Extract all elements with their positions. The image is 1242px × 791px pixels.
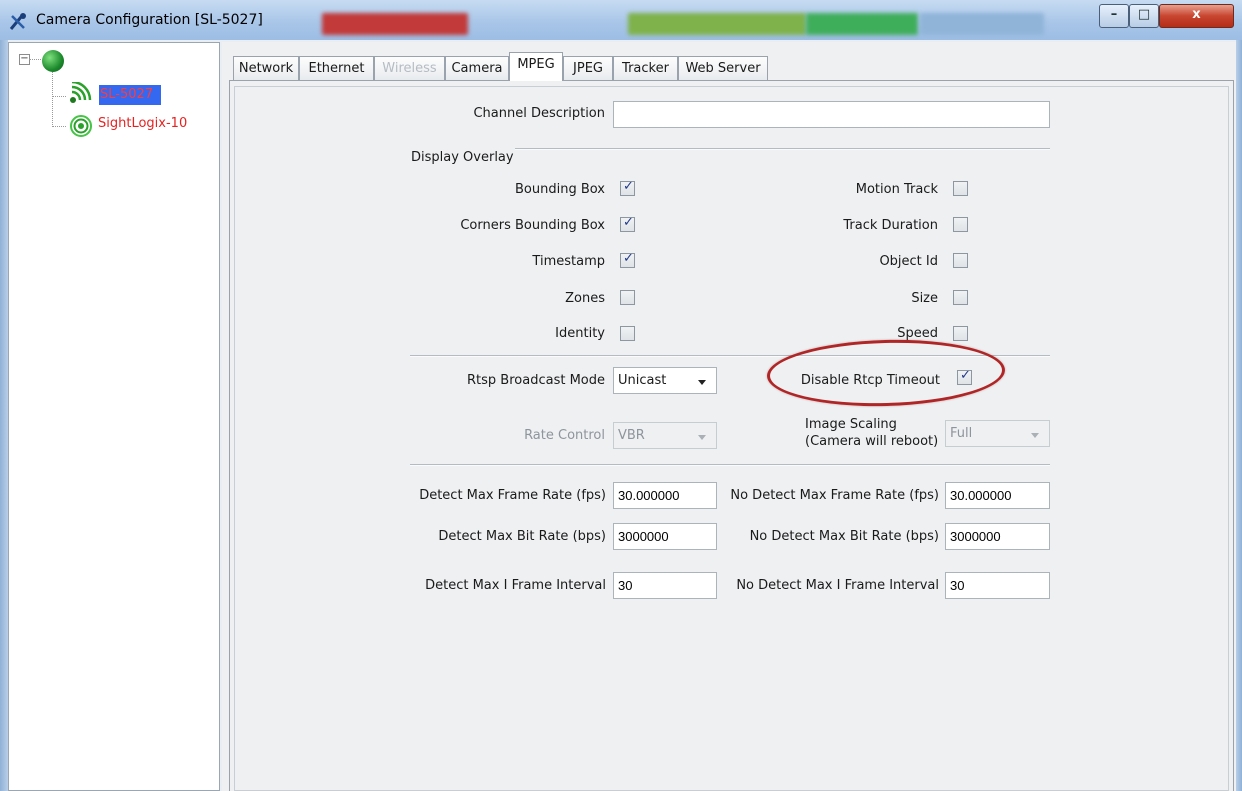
no-detect-max-bit-rate-input[interactable]	[945, 523, 1050, 550]
detect-max-i-frame-interval-label: Detect Max I Frame Interval	[425, 578, 606, 593]
detect-max-bit-rate-label: Detect Max Bit Rate (bps)	[438, 529, 606, 544]
detect-max-frame-rate-label: Detect Max Frame Rate (fps)	[419, 488, 606, 503]
rate-control-value: VBR	[618, 428, 645, 443]
blurred-taskbar-item	[920, 13, 1044, 35]
window-frame-left	[0, 40, 8, 791]
chevron-down-icon	[698, 435, 706, 440]
section-divider	[410, 464, 1050, 466]
timestamp-checkbox[interactable]: ✓	[620, 251, 635, 268]
detect-max-frame-rate-input[interactable]	[613, 482, 717, 509]
object-id-label: Object Id	[879, 254, 938, 269]
tree-connector	[52, 96, 66, 97]
object-id-checkbox[interactable]: ✓	[953, 253, 968, 268]
camera-signal-icon	[70, 82, 92, 103]
size-label: Size	[911, 291, 938, 306]
image-scaling-value: Full	[950, 426, 973, 441]
rtsp-broadcast-mode-select[interactable]: Unicast	[613, 367, 717, 394]
channel-description-input[interactable]	[613, 101, 1050, 128]
tab-web-server[interactable]: Web Server	[678, 56, 768, 80]
speed-label: Speed	[897, 326, 938, 341]
identity-checkbox[interactable]: ✓	[620, 326, 635, 341]
bounding-box-checkbox[interactable]: ✓	[620, 179, 635, 196]
corners-bounding-box-checkbox[interactable]: ✓	[620, 215, 635, 232]
tools-icon	[9, 13, 26, 30]
timestamp-label: Timestamp	[532, 254, 605, 269]
corners-bounding-box-label: Corners Bounding Box	[460, 218, 605, 233]
minimize-button[interactable]: –	[1099, 4, 1129, 28]
motion-track-label: Motion Track	[855, 182, 938, 197]
image-scaling-label: Image Scaling	[805, 417, 897, 432]
channel-description-label: Channel Description	[473, 106, 605, 121]
blurred-taskbar-item	[806, 13, 918, 35]
motion-track-checkbox[interactable]: ✓	[953, 181, 968, 196]
speed-checkbox[interactable]: ✓	[953, 326, 968, 341]
rate-control-label: Rate Control	[524, 428, 605, 443]
identity-label: Identity	[555, 326, 605, 341]
blurred-taskbar-item	[628, 13, 806, 35]
close-button[interactable]: x	[1159, 4, 1234, 28]
tree-item-sl-5027[interactable]: SL-5027	[99, 85, 161, 105]
window-title: Camera Configuration [SL-5027]	[36, 12, 263, 28]
no-detect-max-frame-rate-label: No Detect Max Frame Rate (fps)	[730, 488, 939, 503]
size-checkbox[interactable]: ✓	[953, 290, 968, 305]
tab-network[interactable]: Network	[233, 56, 299, 80]
track-duration-label: Track Duration	[843, 218, 938, 233]
globe-icon	[42, 50, 64, 72]
tree-connector	[52, 126, 66, 127]
zones-checkbox[interactable]: ✓	[620, 290, 635, 305]
rtsp-broadcast-mode-label: Rtsp Broadcast Mode	[467, 373, 605, 388]
tab-camera[interactable]: Camera	[445, 56, 509, 80]
bounding-box-label: Bounding Box	[514, 182, 605, 197]
track-duration-checkbox[interactable]: ✓	[953, 217, 968, 232]
zones-label: Zones	[565, 291, 605, 306]
image-scaling-select: Full	[945, 420, 1050, 447]
camera-broadcast-icon	[70, 115, 92, 137]
no-detect-max-i-frame-interval-label: No Detect Max I Frame Interval	[736, 578, 939, 593]
tab-tracker[interactable]: Tracker	[613, 56, 678, 80]
tree-connector	[52, 72, 53, 127]
no-detect-max-i-frame-interval-input[interactable]	[945, 572, 1050, 599]
image-scaling-note: (Camera will reboot)	[805, 434, 939, 449]
mpeg-settings-group	[234, 86, 1229, 791]
tab-jpeg[interactable]: JPEG	[563, 56, 613, 80]
blurred-taskbar-item	[322, 13, 468, 35]
tree-item-sightlogix-10[interactable]: SightLogix-10	[98, 116, 187, 131]
window-frame-right	[1236, 40, 1242, 791]
rtsp-broadcast-mode-value: Unicast	[618, 373, 667, 388]
chevron-down-icon	[1031, 433, 1039, 438]
no-detect-max-bit-rate-label: No Detect Max Bit Rate (bps)	[749, 529, 939, 544]
tab-mpeg[interactable]: MPEG	[509, 52, 563, 81]
tab-ethernet[interactable]: Ethernet	[299, 56, 374, 80]
rate-control-select: VBR	[613, 422, 717, 449]
no-detect-max-frame-rate-input[interactable]	[945, 482, 1050, 509]
detect-max-i-frame-interval-input[interactable]	[613, 572, 717, 599]
maximize-button[interactable]: □	[1129, 4, 1159, 28]
section-divider	[515, 148, 1050, 150]
device-tree-panel	[8, 42, 220, 791]
display-overlay-heading: Display Overlay	[411, 150, 514, 165]
tab-wireless: Wireless	[374, 56, 445, 80]
chevron-down-icon	[698, 380, 706, 385]
detect-max-bit-rate-input[interactable]	[613, 523, 717, 550]
tree-connector	[29, 59, 41, 60]
